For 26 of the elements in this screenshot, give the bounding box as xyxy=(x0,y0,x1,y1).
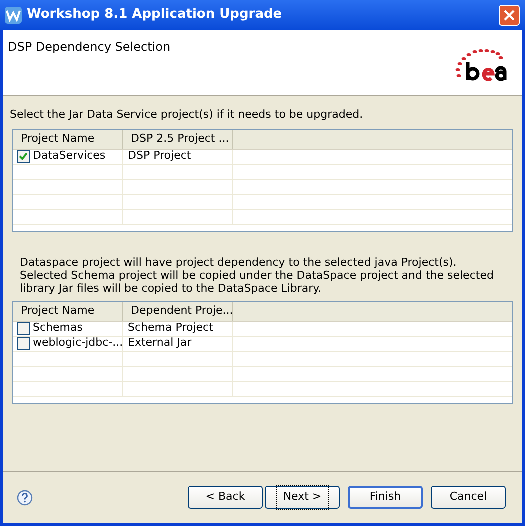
help-icon[interactable] xyxy=(17,490,33,506)
dialog-button[interactable]: Cancel xyxy=(431,486,506,509)
checkbox[interactable] xyxy=(17,322,30,335)
close-button[interactable] xyxy=(499,4,520,26)
table-cell-text: Schemas xyxy=(33,320,83,336)
instruction-text: Select the Jar Data Service project(s) if it needs to be upgraded. xyxy=(9,107,364,123)
table-cell-text: DataServices xyxy=(33,148,106,164)
check-icon xyxy=(19,152,28,161)
window-title: Workshop 8.1 Application Upgrade xyxy=(27,6,282,24)
column-header[interactable]: DSP 2.5 Project ... xyxy=(123,130,233,148)
dialog-button[interactable]: < Back xyxy=(188,486,263,509)
dialog-button[interactable]: Next > xyxy=(265,486,340,509)
column-header[interactable]: Project Name xyxy=(13,130,123,148)
table-cell-text: External Jar xyxy=(128,335,192,352)
table-cell-text: Schema Project xyxy=(128,320,214,336)
dialog-button[interactable]: Finish xyxy=(348,486,423,509)
page-title: DSP Dependency Selection xyxy=(8,39,171,56)
checkbox[interactable] xyxy=(17,337,30,350)
column-header[interactable]: Project Name xyxy=(13,302,123,320)
column-header[interactable]: Dependent Proje... xyxy=(123,302,233,320)
checkbox[interactable] xyxy=(17,150,30,163)
table-cell-text: weblogic-jdbc-... xyxy=(33,335,124,352)
close-icon xyxy=(504,10,515,20)
table-cell-text: DSP Project xyxy=(128,148,192,164)
description-text: Dataspace project will have project dependency to the selected java Project(s). Selected Schema project will be copied under the DataSpace project and the selected library Jar files will be copied to the DataSpace Library. xyxy=(19,256,495,294)
app-icon xyxy=(5,6,22,24)
